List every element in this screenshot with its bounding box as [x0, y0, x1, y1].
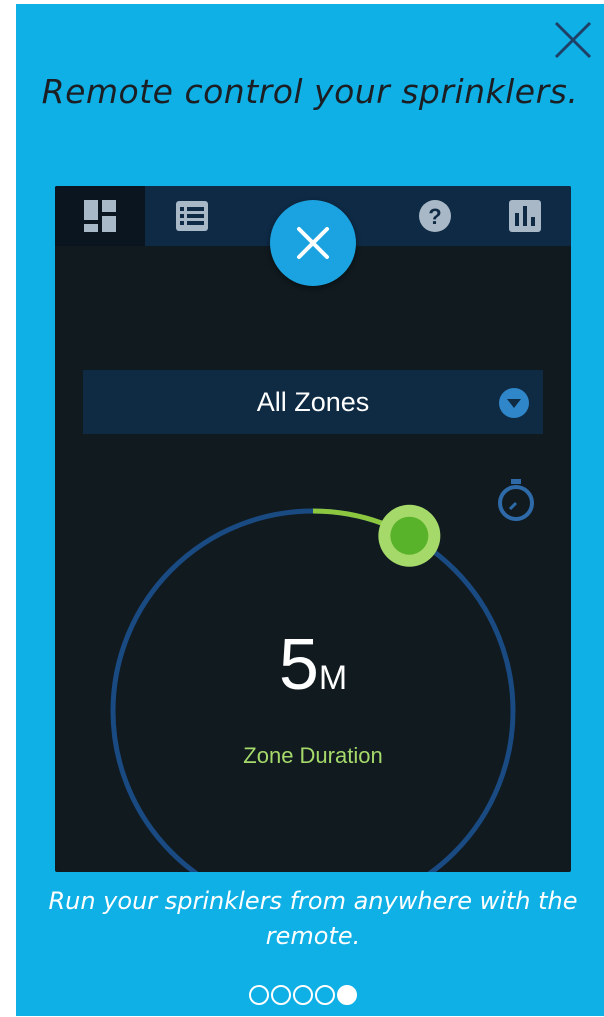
- page-dot[interactable]: [293, 985, 313, 1005]
- page-dot[interactable]: [271, 985, 291, 1005]
- duration-number: 5: [278, 625, 319, 705]
- page-dot[interactable]: [337, 985, 357, 1005]
- duration-caption: Zone Duration: [243, 743, 383, 768]
- app-screenshot: ? All Zones 5M Zone Duration: [55, 186, 571, 872]
- onboarding-description: Run your sprinklers from anywhere with t…: [48, 887, 578, 950]
- duration-unit: M: [318, 659, 348, 697]
- page-dot[interactable]: [249, 985, 269, 1005]
- close-icon[interactable]: [553, 20, 593, 60]
- page-dot[interactable]: [315, 985, 335, 1005]
- page-indicator: [249, 985, 357, 1007]
- onboarding-screen: Remote control your sprinklers. ? All Zo…: [0, 0, 604, 1017]
- page-title: Remote control your sprinklers.: [41, 72, 579, 111]
- duration-readout: 5M: [55, 624, 571, 706]
- dial-handle-center: [390, 516, 429, 555]
- duration-dial: [110, 504, 516, 872]
- stopwatch-icon[interactable]: [496, 478, 536, 522]
